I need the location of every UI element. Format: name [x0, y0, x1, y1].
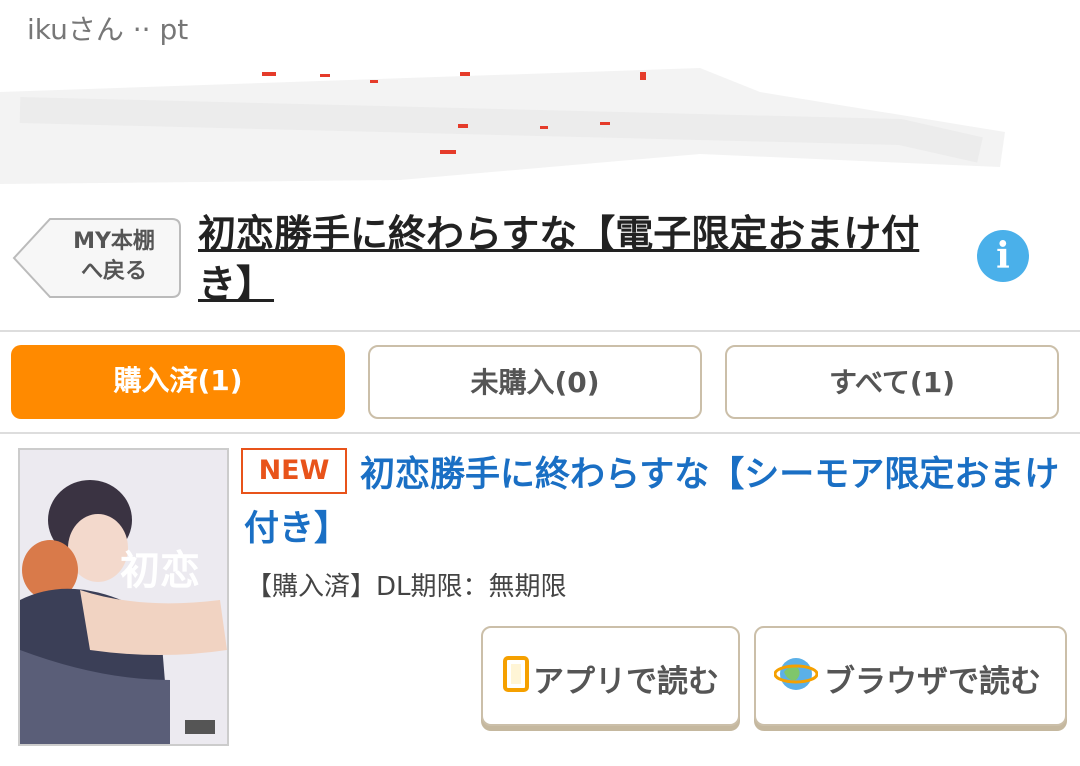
cover-illustration: [20, 450, 227, 744]
redacted-scribble: [0, 68, 1005, 184]
user-points-line: ikuさん ·· pt: [27, 13, 189, 46]
read-in-browser-button[interactable]: ブラウザで読む: [754, 626, 1067, 726]
book-cover-image[interactable]: 初恋: [18, 448, 229, 746]
book-title-link[interactable]: 初恋勝手に終わらすな【シーモア限定おまけ付き】: [244, 448, 1064, 556]
tab-unpurchased[interactable]: 未購入(0): [368, 345, 702, 419]
purchase-status: 【購入済】DL期限：無期限: [246, 572, 567, 602]
cover-title-text: 初恋: [120, 547, 200, 594]
new-badge: NEW: [241, 448, 347, 494]
read-in-app-button[interactable]: アプリで読む: [481, 626, 740, 726]
back-to-bookshelf-button[interactable]: MY本棚 へ戻る: [12, 217, 182, 299]
info-icon[interactable]: i: [977, 230, 1029, 282]
book-list-item: 初恋 初恋勝手に終わらすな【シーモア限定おまけ付き】 NEW 【購入済】DL期限…: [0, 436, 1080, 766]
tab-purchased[interactable]: 購入済(1): [11, 345, 345, 419]
filter-tabs: 購入済(1) 未購入(0) すべて(1): [0, 345, 1080, 420]
title-header: MY本棚 へ戻る 初恋勝手に終わらすな【電子限定おまけ付き】 i: [0, 205, 1080, 330]
tab-all[interactable]: すべて(1): [725, 345, 1059, 419]
divider: [0, 432, 1080, 434]
read-in-app-label: アプリで読む: [533, 664, 719, 700]
divider: [0, 330, 1080, 332]
smartphone-icon: [503, 656, 529, 692]
globe-icon: [774, 658, 818, 690]
read-in-browser-label: ブラウザで読む: [824, 664, 1041, 700]
back-button-label: MY本棚 へ戻る: [73, 229, 155, 284]
page-title[interactable]: 初恋勝手に終わらすな【電子限定おまけ付き】: [198, 209, 968, 309]
